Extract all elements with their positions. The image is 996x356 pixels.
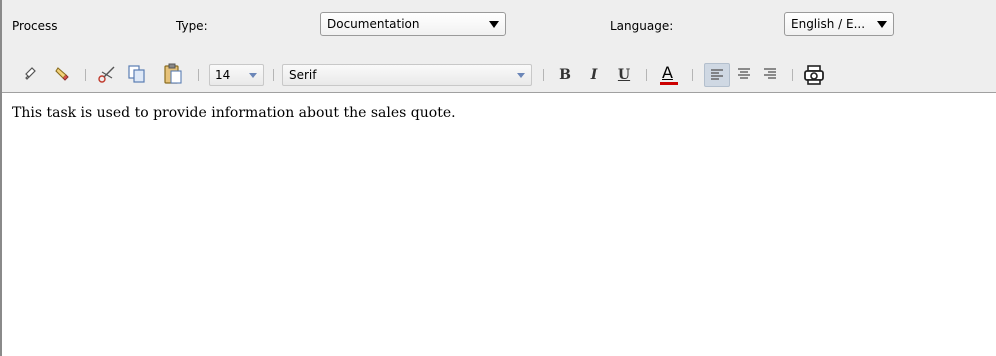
toolbar-separator: [692, 69, 693, 81]
font-color-swatch: [660, 82, 678, 85]
font-size-value: 14: [215, 68, 231, 82]
documentation-panel: Process Type: Documentation Language: En…: [0, 0, 996, 356]
font-color-label: A: [662, 63, 673, 82]
type-label: Type:: [176, 19, 208, 33]
toolbar-separator: [646, 69, 647, 81]
align-right-icon: [764, 68, 776, 79]
chevron-down-icon: [517, 73, 525, 78]
underline-button[interactable]: U: [612, 64, 636, 86]
type-select-value: Documentation: [327, 17, 420, 31]
undo-button[interactable]: [22, 64, 42, 88]
clipboard-icon: [164, 63, 182, 84]
copy-button[interactable]: [126, 64, 148, 88]
editor-text: This task is used to provide information…: [12, 105, 456, 121]
copy-icon: [128, 65, 145, 83]
print-button[interactable]: [802, 63, 826, 87]
chevron-down-icon: [877, 21, 887, 28]
type-select[interactable]: Documentation: [320, 12, 506, 36]
font-family-value: Serif: [289, 68, 317, 82]
process-label: Process: [12, 19, 58, 33]
cut-button[interactable]: [96, 64, 118, 88]
bold-button[interactable]: B: [553, 64, 577, 86]
language-select[interactable]: English / E...: [784, 12, 894, 36]
align-right-button[interactable]: [758, 63, 784, 87]
printer-icon: [804, 65, 824, 85]
font-size-select[interactable]: 14: [209, 64, 264, 86]
font-family-select[interactable]: Serif: [282, 64, 532, 86]
toolbar-separator: [198, 69, 199, 81]
chevron-down-icon: [249, 73, 257, 78]
toolbar-separator: [543, 69, 544, 81]
header-bar: Process Type: Documentation Language: En…: [2, 0, 996, 56]
toolbar-separator: [273, 69, 274, 81]
language-label: Language:: [610, 19, 674, 33]
align-left-icon: [711, 69, 723, 80]
redo-button[interactable]: [52, 64, 72, 88]
undo-icon: [25, 67, 36, 80]
toolbar-separator: [792, 69, 793, 81]
paste-button[interactable]: [162, 63, 184, 87]
redo-icon: [55, 67, 69, 81]
font-color-button[interactable]: A: [656, 62, 682, 88]
scissors-icon: [98, 66, 115, 83]
italic-button[interactable]: I: [582, 64, 606, 86]
language-select-value: English / E...: [791, 17, 866, 31]
toolbar-separator: [85, 69, 86, 81]
align-center-icon: [738, 68, 750, 79]
align-left-button[interactable]: [704, 63, 730, 87]
chevron-down-icon: [489, 21, 499, 28]
align-center-button[interactable]: [732, 63, 758, 87]
documentation-editor[interactable]: This task is used to provide information…: [2, 92, 996, 356]
